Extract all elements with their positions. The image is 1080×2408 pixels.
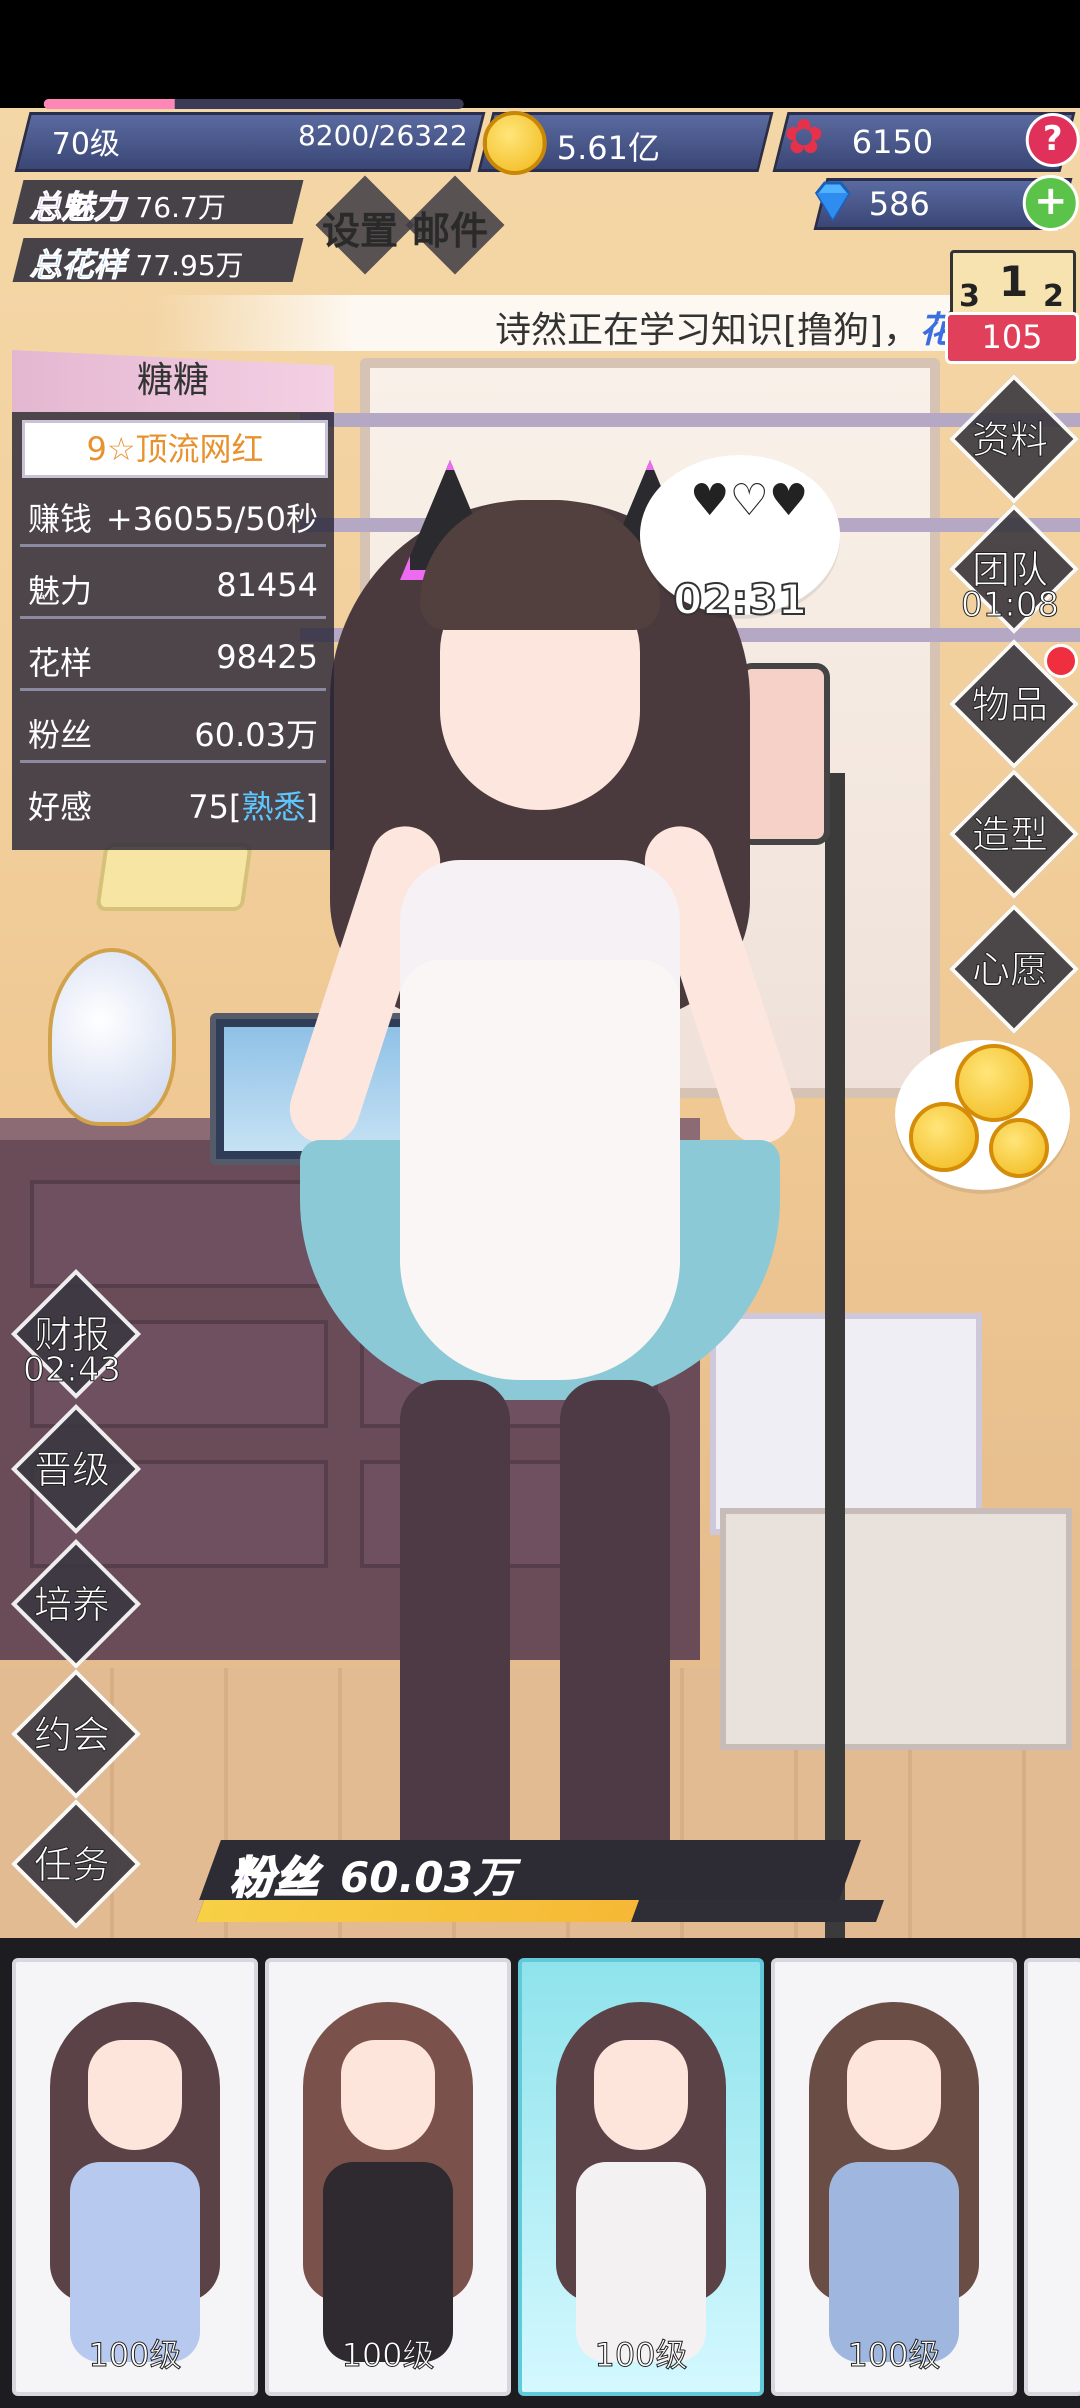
fans-progress-fill bbox=[195, 1900, 640, 1922]
exp-text: 8200/26322 bbox=[297, 119, 468, 152]
profile-button[interactable]: 资料 bbox=[948, 373, 1080, 505]
info-row-style: 花样 98425 bbox=[20, 626, 326, 691]
finance-report-button[interactable]: 财报 02:43 bbox=[10, 1268, 142, 1400]
character-info-card[interactable]: 糖糖 9☆顶流网红 赚钱 +36055/50秒 魅力 81454 花样 9842… bbox=[12, 350, 334, 850]
character-figure[interactable] bbox=[280, 440, 805, 1920]
lamp-shade bbox=[95, 843, 253, 911]
coin-bubble[interactable] bbox=[895, 1040, 1070, 1190]
coin-icon bbox=[989, 1118, 1049, 1178]
heart-icon: ♥♡♥ bbox=[690, 475, 809, 526]
character-slot[interactable] bbox=[1024, 1958, 1080, 2396]
fans-label: 粉丝 bbox=[229, 1852, 319, 1905]
total-style-label: 总花样 bbox=[29, 246, 126, 285]
diamond-counter[interactable]: 586 + bbox=[813, 175, 1079, 231]
diamond-icon bbox=[814, 181, 851, 222]
vase-lamp bbox=[48, 948, 176, 1126]
gold-value: 5.61亿 bbox=[556, 129, 660, 167]
news-ticker: 诗然正在学习知识[撸狗]，花 bbox=[150, 295, 980, 351]
notification-dot bbox=[1044, 644, 1078, 678]
total-style: 总花样 77.95万 bbox=[12, 238, 304, 285]
character-leg bbox=[400, 1380, 510, 1900]
coin-icon bbox=[909, 1102, 979, 1172]
character-carousel[interactable]: 100级 100级 100级 100级 bbox=[0, 1938, 1080, 2408]
rose-icon: ✿ bbox=[783, 109, 824, 165]
diamond-value: 586 bbox=[868, 185, 930, 223]
heart-bubble[interactable]: ♥♡♥ 02:31 bbox=[640, 455, 840, 625]
styling-button[interactable]: 造型 bbox=[948, 768, 1080, 900]
slot-level: 100级 bbox=[88, 2336, 182, 2375]
total-style-value: 77.95万 bbox=[135, 249, 244, 282]
character-slot[interactable]: 100级 bbox=[265, 1958, 511, 2396]
finance-timer: 02:43 bbox=[23, 1350, 122, 1391]
slot-level: 100级 bbox=[341, 2336, 435, 2375]
mail-button[interactable]: 邮件 bbox=[412, 200, 488, 255]
character-name: 糖糖 bbox=[12, 350, 334, 412]
fans-progress bbox=[195, 1900, 885, 1922]
info-row-affection: 好感 75[熟悉] bbox=[28, 788, 318, 826]
character-apron bbox=[400, 960, 680, 1380]
task-button[interactable]: 任务 bbox=[10, 1798, 142, 1930]
settings-button[interactable]: 设置 bbox=[322, 200, 398, 255]
phone-stand bbox=[825, 773, 845, 1938]
level-bar[interactable]: 70级 8200/26322 bbox=[14, 99, 486, 172]
info-row-charm: 魅力 81454 bbox=[20, 554, 326, 619]
exp-progress bbox=[43, 99, 464, 109]
character-title: 9☆顶流网红 bbox=[22, 420, 328, 478]
gold-coin-icon bbox=[482, 111, 547, 175]
date-button[interactable]: 约会 bbox=[10, 1668, 142, 1800]
add-diamond-button[interactable]: + bbox=[1022, 175, 1079, 231]
level-label: 70级 bbox=[51, 127, 120, 162]
character-info-body: 9☆顶流网红 赚钱 +36055/50秒 魅力 81454 花样 98425 粉… bbox=[12, 412, 334, 850]
team-button[interactable]: 团队 01:08 bbox=[948, 503, 1080, 635]
help-button[interactable]: ? bbox=[1025, 113, 1080, 167]
slot-level: 100级 bbox=[847, 2336, 941, 2375]
rose-value: 6150 bbox=[851, 123, 934, 161]
wish-button[interactable]: 心愿 bbox=[948, 903, 1080, 1035]
bubble-timer: 02:31 bbox=[672, 574, 808, 625]
exp-progress-fill bbox=[43, 99, 175, 109]
game-screen: ♥♡♥ 02:31 70级 8200/26322 5.61亿 ✿ 6150 ? bbox=[0, 0, 1080, 2408]
ranking-button[interactable]: 3 1 2 105 bbox=[945, 250, 1079, 364]
info-row-fans: 粉丝 60.03万 bbox=[20, 698, 326, 763]
fans-value: 60.03万 bbox=[340, 1853, 515, 1902]
ticker-text: 诗然正在学习知识[撸狗]，花 bbox=[495, 310, 956, 351]
total-charm-value: 76.7万 bbox=[135, 191, 226, 224]
character-slot[interactable]: 100级 bbox=[771, 1958, 1017, 2396]
slot-level: 100级 bbox=[594, 2336, 688, 2375]
team-timer: 01:08 bbox=[961, 585, 1060, 626]
train-button[interactable]: 培养 bbox=[10, 1538, 142, 1670]
gold-counter[interactable]: 5.61亿 bbox=[477, 111, 774, 175]
character-leg bbox=[560, 1380, 670, 1900]
rank-value: 105 bbox=[945, 312, 1079, 364]
rose-counter[interactable]: ✿ 6150 ? bbox=[772, 109, 1080, 172]
info-row-income: 赚钱 +36055/50秒 bbox=[20, 482, 326, 547]
items-button[interactable]: 物品 bbox=[948, 638, 1080, 770]
character-slot[interactable]: 100级 bbox=[12, 1958, 258, 2396]
total-charm-label: 总魅力 bbox=[29, 188, 126, 227]
promote-button[interactable]: 晋级 bbox=[10, 1403, 142, 1535]
total-charm: 总魅力 76.7万 bbox=[12, 180, 304, 227]
fans-bar: 粉丝 60.03万 bbox=[190, 1830, 890, 1930]
character-slot-selected[interactable]: 100级 bbox=[518, 1958, 764, 2396]
